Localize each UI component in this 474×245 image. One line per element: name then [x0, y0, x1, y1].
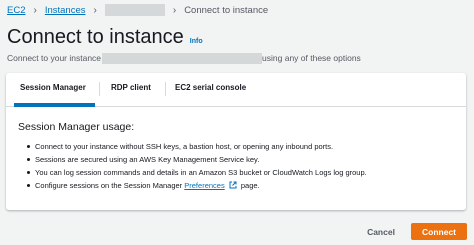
redacted-instance-id [104, 4, 165, 16]
active-tab-indicator [14, 103, 95, 107]
redacted-instance-name [102, 52, 263, 64]
page-header: Connect to instance Info [7, 26, 203, 49]
page-title: Connect to instance [7, 26, 184, 48]
list-item: Configure sessions on the Session Manage… [27, 179, 367, 192]
connect-button[interactable]: Connect [411, 223, 467, 240]
breadcrumb-ec2[interactable]: EC2 [7, 5, 25, 16]
chevron-right-icon: › [93, 4, 97, 16]
list-item: Connect to your instance without SSH key… [27, 140, 367, 153]
subtitle-suffix: using any of these options [262, 53, 361, 63]
subtitle-prefix: Connect to your instance [7, 53, 102, 63]
list-item-text: Configure sessions on the Session Manage… [35, 181, 183, 190]
tab-ec2-serial-console[interactable]: EC2 serial console [175, 83, 246, 92]
info-link[interactable]: Info [190, 38, 203, 45]
external-link-icon[interactable] [229, 181, 237, 189]
cancel-button[interactable]: Cancel [359, 222, 403, 242]
breadcrumb-instances[interactable]: Instances [45, 5, 86, 16]
list-item: Sessions are secured using an AWS Key Ma… [27, 153, 367, 166]
chevron-right-icon: › [172, 4, 177, 16]
tab-session-manager[interactable]: Session Manager [20, 83, 86, 92]
usage-list: Connect to your instance without SSH key… [27, 140, 367, 192]
chevron-right-icon: › [33, 4, 37, 16]
breadcrumb: EC2 › Instances › › Connect to instance [7, 3, 268, 17]
tab-bar: Session Manager RDP client EC2 serial co… [6, 73, 466, 107]
tab-divider [99, 82, 100, 96]
page-subtitle: Connect to your instance using any of th… [7, 52, 361, 64]
tab-divider [165, 82, 166, 96]
session-manager-usage-title: Session Manager usage: [18, 121, 135, 133]
list-item-text: page. [240, 181, 260, 190]
breadcrumb-current: Connect to instance [184, 4, 269, 16]
list-item: You can log session commands and details… [27, 168, 367, 177]
connect-options-panel: Session Manager RDP client EC2 serial co… [6, 73, 466, 210]
tab-rdp-client[interactable]: RDP client [111, 83, 151, 92]
preferences-link[interactable]: Preferences [184, 181, 224, 190]
